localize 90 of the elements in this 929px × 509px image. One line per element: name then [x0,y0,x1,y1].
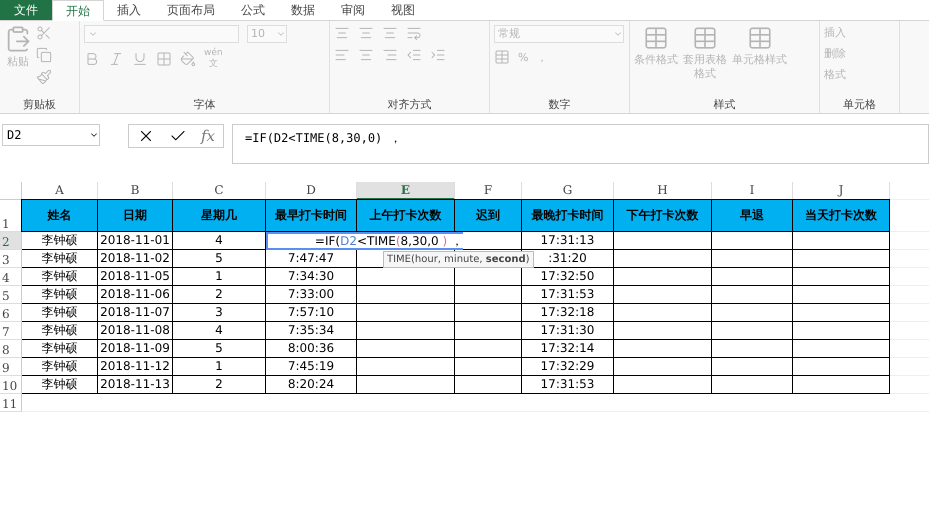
table-cell: 17:31:53 [522,376,614,394]
table-cell: 李钟硕 [22,304,98,322]
table-cell: 17:32:18 [522,304,614,322]
table-cell: 2018-11-02 [98,250,173,268]
table-cell: 2018-11-08 [98,322,173,340]
ribbon-tab[interactable]: 数据 [278,0,328,20]
row-header[interactable]: 11 [0,394,22,412]
row-header[interactable]: 4 [0,268,22,286]
table-cell: 李钟硕 [22,286,98,304]
formula-field[interactable]: =IF(D2<TIME(8,30,0) ， [232,124,929,164]
table-cell: 8:20:24 [266,376,357,394]
header-cell: 日期 [97,199,173,232]
table-icon [692,25,718,51]
table-cell: 1 [173,358,266,376]
table-cell: 7:34:30 [266,268,357,286]
table-cell: 3 [173,304,266,322]
header-cell: 早退 [711,199,793,232]
row-header[interactable]: 3 [0,250,22,268]
ribbon-tab[interactable]: 审阅 [328,0,378,20]
header-cell: 上午打卡次数 [356,199,455,232]
table-cell: 17:32:14 [522,340,614,358]
table-cell: 李钟硕 [22,358,98,376]
table-cell: 7:57:10 [266,304,357,322]
table-cell: 2018-11-09 [98,340,173,358]
ribbon-tab[interactable]: 文件 [0,0,52,20]
table-cell: 5 [173,250,266,268]
row-header[interactable]: 10 [0,376,22,394]
table-cell: 7:45:19 [266,358,357,376]
table-cell [455,340,522,358]
header-cell: 星期几 [172,199,266,232]
group-label: 样式 [712,97,736,113]
ribbon-tab[interactable]: 公式 [228,0,278,20]
select-all-corner[interactable] [0,182,22,200]
header-cell: 最晚打卡时间 [521,199,614,232]
row-header[interactable]: 8 [0,340,22,358]
table-cell: 李钟硕 [22,268,98,286]
ribbon-tab[interactable]: 开始 [52,0,104,21]
table-cell: 17:31:13 [522,232,614,250]
table-cell: 李钟硕 [22,322,98,340]
table-cell: 5 [173,340,266,358]
table-cell [455,286,522,304]
row-header[interactable]: 6 [0,304,22,322]
insert-function-button[interactable]: fx [201,127,216,145]
table-cell: 李钟硕 [22,250,98,268]
row-header[interactable]: 7 [0,322,22,340]
table-cell: 7:35:34 [266,322,357,340]
column-header[interactable]: E [357,182,455,200]
group-label: 单元格 [842,97,877,113]
ribbon-tab[interactable]: 页面布局 [154,0,228,20]
function-tooltip: TIME(hour, minute, second) [383,251,534,268]
table-cell: 李钟硕 [22,232,98,250]
table-cell: 17:32:29 [522,358,614,376]
table-cell: 7:33:00 [266,286,357,304]
group-label: 对齐方式 [386,97,432,113]
header-cell: 最早打卡时间 [265,199,357,232]
ribbon-tab[interactable]: 插入 [104,0,154,20]
group-label: 字体 [192,97,216,113]
table-cell [455,304,522,322]
table-cell: 李钟硕 [22,340,98,358]
row-header[interactable]: 2 [0,232,22,250]
table-cell [455,322,522,340]
header-cell: 当天打卡次数 [792,199,890,232]
table-cell: 2018-11-01 [98,232,173,250]
header-cell: 姓名 [21,199,98,232]
group-label: 剪贴板 [22,97,57,113]
table-cell: 2018-11-07 [98,304,173,322]
table-cell: 17:31:30 [522,322,614,340]
header-cell: 迟到 [454,199,522,232]
group-label: 数字 [548,97,572,113]
ribbon-tab[interactable]: 视图 [378,0,428,20]
name-box[interactable]: D2 [2,124,100,146]
table-cell: 8:00:36 [266,340,357,358]
table-cell: 1 [173,268,266,286]
table-icon [746,25,772,51]
table-cell: 2018-11-12 [98,358,173,376]
table-cell: 2018-11-05 [98,268,173,286]
table-cell: 2 [173,286,266,304]
row-header[interactable]: 5 [0,286,22,304]
table-icon [643,25,669,51]
table-cell [455,358,522,376]
table-cell: 李钟硕 [22,376,98,394]
table-cell: 2 [173,376,266,394]
table-cell: 2018-11-13 [98,376,173,394]
table-cell: 17:31:53 [522,286,614,304]
table-cell: 2018-11-06 [98,286,173,304]
header-cell: 下午打卡次数 [613,199,712,232]
table-cell: 4 [173,322,266,340]
row-header[interactable]: 9 [0,358,22,376]
table-cell [455,376,522,394]
cell-editor[interactable]: =IF(D2<TIME(8,30,0 ) ， [266,232,463,250]
